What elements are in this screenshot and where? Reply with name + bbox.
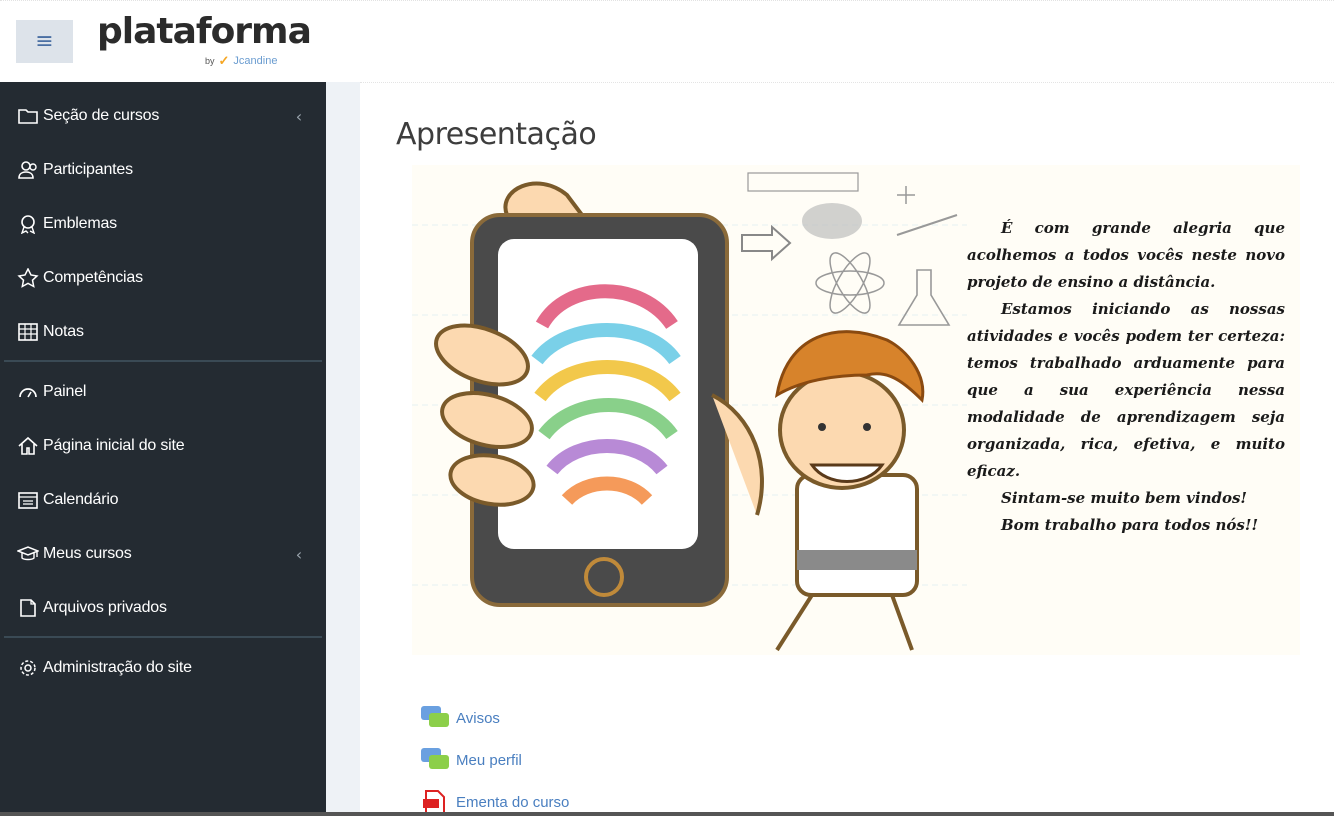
sidebar-divider: [4, 636, 322, 638]
welcome-paragraph: Estamos iniciando as nossas atividades e…: [967, 300, 1285, 480]
menu-toggle-button[interactable]: ≡: [16, 20, 73, 63]
welcome-paragraph: É com grande alegria que acolhemos a tod…: [967, 219, 1285, 291]
sidebar-item-participantes[interactable]: Participantes: [0, 150, 326, 190]
sidebar: Seção de cursos ‹ Participantes Emblemas…: [0, 82, 326, 816]
chevron-left-icon[interactable]: ‹: [296, 545, 302, 564]
welcome-illustration: [412, 172, 967, 652]
window-bottom-edge: [0, 812, 1334, 816]
forum-icon: [421, 706, 449, 727]
welcome-paragraph: Bom trabalho para todos nós!!: [1001, 516, 1259, 534]
hamburger-icon: ≡: [35, 28, 54, 54]
link-avisos[interactable]: Avisos: [456, 710, 500, 727]
logo-brand: Jcandine: [233, 55, 278, 67]
logo-byline: by ✓ Jcandine: [205, 53, 277, 69]
top-navbar: ≡ plataforma by ✓ Jcandine: [0, 0, 1334, 82]
sidebar-item-notas[interactable]: Notas: [0, 312, 326, 352]
gear-icon: [16, 657, 40, 679]
file-icon: [16, 597, 40, 619]
cartoon-character: [774, 330, 925, 652]
sidebar-item-label: Página inicial do site: [43, 437, 185, 454]
sidebar-item-emblemas[interactable]: Emblemas: [0, 204, 326, 244]
sidebar-item-label: Arquivos privados: [43, 599, 167, 616]
forum-icon: [421, 748, 449, 769]
sidebar-item-label: Emblemas: [43, 215, 117, 232]
sidebar-item-secao-de-cursos[interactable]: Seção de cursos ‹: [0, 96, 326, 136]
calendar-icon: [16, 489, 40, 511]
sidebar-item-label: Notas: [43, 323, 84, 340]
sidebar-item-meus-cursos[interactable]: Meus cursos ‹: [0, 534, 326, 574]
link-ementa-do-curso[interactable]: Ementa do curso: [456, 794, 569, 811]
chevron-left-icon[interactable]: ‹: [296, 107, 302, 126]
check-icon: ✓: [218, 53, 230, 68]
dashboard-icon: [16, 381, 40, 403]
main-content: Apresentação É com grande alegria que ac…: [360, 82, 1334, 816]
activity-meu-perfil[interactable]: Meu perfil: [420, 747, 522, 773]
table-icon: [16, 321, 40, 343]
home-icon: [16, 435, 40, 457]
users-icon: [16, 159, 40, 181]
link-meu-perfil[interactable]: Meu perfil: [456, 752, 522, 769]
folder-icon: [16, 105, 40, 127]
welcome-paragraph: Sintam-se muito bem vindos!: [1001, 489, 1247, 507]
sidebar-item-label: Meus cursos: [43, 545, 132, 562]
sidebar-divider: [4, 360, 322, 362]
site-logo[interactable]: plataforma by ✓ Jcandine: [97, 11, 312, 73]
content-gutter: [326, 82, 360, 816]
sidebar-item-label: Competências: [43, 269, 143, 286]
star-icon: [16, 267, 40, 289]
sidebar-item-pagina-inicial[interactable]: Página inicial do site: [0, 426, 326, 466]
sidebar-item-painel[interactable]: Painel: [0, 372, 326, 412]
sidebar-item-label: Administração do site: [43, 659, 192, 676]
sidebar-item-label: Seção de cursos: [43, 107, 160, 124]
welcome-message: É com grande alegria que acolhemos a tod…: [967, 215, 1285, 539]
sidebar-item-calendario[interactable]: Calendário: [0, 480, 326, 520]
welcome-banner: É com grande alegria que acolhemos a tod…: [412, 165, 1300, 655]
sidebar-item-administracao[interactable]: Administração do site: [0, 648, 326, 688]
page-title: Apresentação: [396, 117, 597, 152]
sidebar-item-competencias[interactable]: Competências: [0, 258, 326, 298]
sidebar-item-label: Participantes: [43, 161, 133, 178]
sidebar-item-label: Painel: [43, 383, 87, 400]
badge-icon: [16, 213, 40, 235]
logo-by: by: [205, 56, 215, 66]
sidebar-item-label: Calendário: [43, 491, 119, 508]
sidebar-item-arquivos-privados[interactable]: Arquivos privados: [0, 588, 326, 628]
activity-avisos[interactable]: Avisos: [420, 705, 500, 731]
logo-text: plataforma: [97, 11, 312, 52]
graduation-cap-icon: [16, 543, 40, 565]
